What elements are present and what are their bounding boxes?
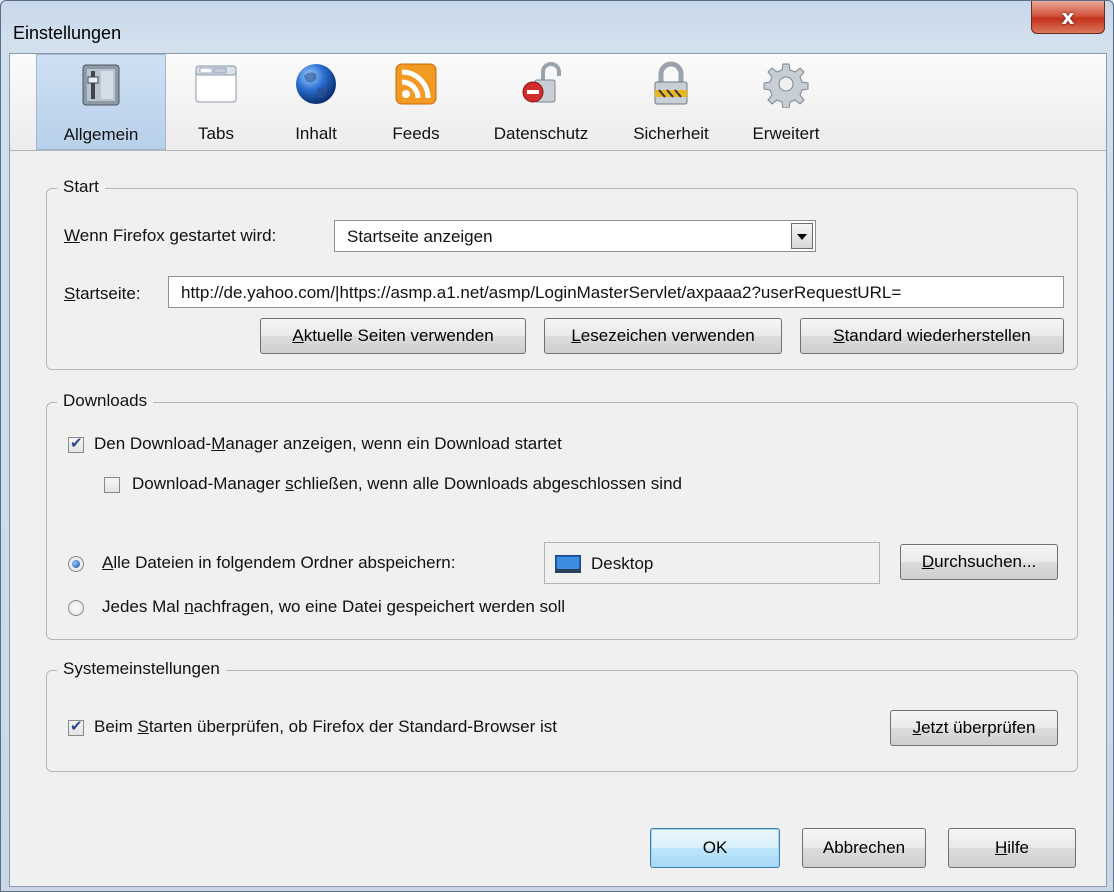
- tab-inhalt[interactable]: Inhalt: [276, 54, 356, 150]
- category-toolbar: Allgemein Tabs Inhalt Feeds Datenschutz …: [10, 54, 1106, 151]
- startup-action-select[interactable]: Startseite anzeigen: [334, 220, 816, 252]
- desktop-icon: [555, 555, 581, 573]
- tab-erweitert[interactable]: Erweitert: [736, 54, 836, 150]
- use-bookmark-button[interactable]: Lesezeichen verwenden: [544, 318, 782, 354]
- tab-tabs[interactable]: Tabs: [176, 54, 256, 150]
- startup-action-label: Wenn Firefox gestartet wird:: [64, 226, 277, 245]
- homepage-input[interactable]: http://de.yahoo.com/|https://asmp.a1.net…: [168, 276, 1064, 308]
- downloads-legend: Downloads: [57, 391, 154, 411]
- tab-sicherheit[interactable]: Sicherheit: [616, 54, 726, 150]
- window-title: Einstellungen: [13, 23, 122, 43]
- tab-allgemein-label: Allgemein: [63, 125, 139, 144]
- save-to-folder-radio[interactable]: [68, 556, 84, 572]
- tab-sicherheit-label: Sicherheit: [633, 124, 709, 143]
- title-bar[interactable]: Einstellungen x: [1, 1, 1113, 53]
- gear-icon: [763, 63, 809, 108]
- help-button[interactable]: Hilfe: [948, 828, 1076, 868]
- check-default-browser-checkbox[interactable]: [68, 717, 84, 736]
- tab-erweitert-label: Erweitert: [752, 124, 820, 143]
- show-download-manager-label: Den Download-Manager anzeigen, wenn ein …: [94, 434, 562, 453]
- globe-icon: [296, 64, 336, 104]
- startup-action-value: Startseite anzeigen: [347, 227, 493, 246]
- ask-every-time-label: Jedes Mal nachfragen, wo eine Datei gesp…: [102, 597, 566, 616]
- tab-allgemein[interactable]: Allgemein: [36, 54, 166, 150]
- tab-tabs-label: Tabs: [198, 124, 234, 143]
- tabs-window-icon: [195, 65, 237, 103]
- cancel-button[interactable]: Abbrechen: [802, 828, 926, 868]
- tab-inhalt-label: Inhalt: [295, 124, 337, 143]
- download-folder-name: Desktop: [591, 554, 654, 573]
- general-switch-icon: [82, 64, 120, 106]
- check-now-button[interactable]: Jetzt überprüfen: [890, 710, 1058, 746]
- dialog-client-area: Allgemein Tabs Inhalt Feeds Datenschutz …: [9, 53, 1107, 887]
- check-default-browser-label: Beim Starten überprüfen, ob Firefox der …: [94, 717, 558, 736]
- close-icon: x: [1061, 5, 1075, 29]
- show-download-manager-checkbox[interactable]: [68, 434, 84, 453]
- tab-feeds[interactable]: Feeds: [376, 54, 456, 150]
- close-button[interactable]: x: [1031, 1, 1105, 34]
- ok-button[interactable]: OK: [650, 828, 780, 868]
- ask-every-time-radio[interactable]: [68, 600, 84, 616]
- rss-feed-icon: [395, 63, 437, 105]
- browse-button[interactable]: Durchsuchen...: [900, 544, 1058, 580]
- system-settings-legend: Systemeinstellungen: [57, 659, 226, 679]
- security-padlock-icon: [654, 61, 688, 105]
- close-download-manager-label: Download-Manager schließen, wenn alle Do…: [132, 474, 682, 493]
- close-download-manager-checkbox[interactable]: [104, 477, 120, 493]
- tab-feeds-label: Feeds: [392, 124, 440, 143]
- use-current-pages-button[interactable]: Aktuelle Seiten verwenden: [260, 318, 526, 354]
- privacy-unlocked-lock-icon: [522, 62, 561, 103]
- restore-default-button[interactable]: Standard wiederherstellen: [800, 318, 1064, 354]
- tab-datenschutz[interactable]: Datenschutz: [476, 54, 606, 150]
- chevron-down-icon[interactable]: [791, 223, 813, 249]
- settings-window: Einstellungen x Allgemein Tabs Inhalt Fe…: [0, 0, 1114, 892]
- homepage-label: Startseite:: [64, 284, 141, 303]
- download-folder-field: Desktop: [544, 542, 880, 584]
- tab-datenschutz-label: Datenschutz: [493, 124, 589, 143]
- start-legend: Start: [57, 177, 105, 197]
- save-to-folder-label: Alle Dateien in folgendem Ordner abspeic…: [102, 553, 456, 572]
